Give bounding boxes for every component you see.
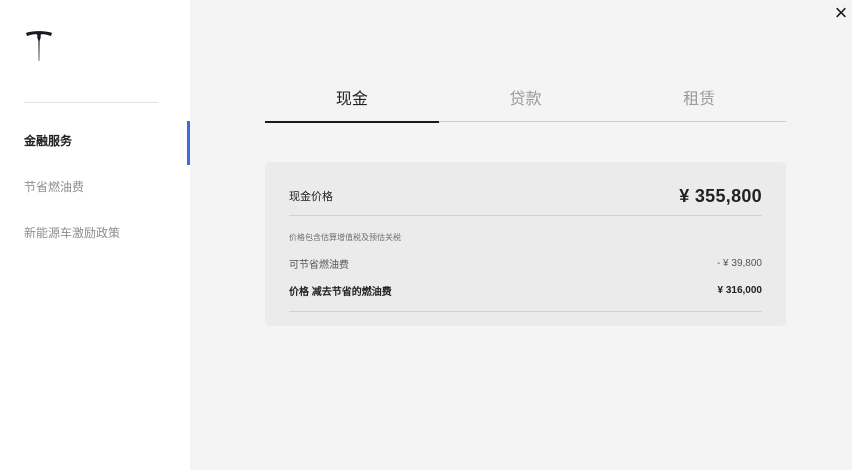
sidebar-nav: 金融服务 节省燃油费 新能源车激励政策 (0, 121, 190, 263)
sidebar-divider (24, 102, 158, 103)
tab-lease[interactable]: 租赁 (612, 84, 786, 121)
sidebar-item-fuel-savings[interactable]: 节省燃油费 (0, 171, 190, 217)
fuel-savings-value: - ¥ 39,800 (716, 257, 762, 269)
card-divider-bottom (289, 311, 762, 312)
tesla-logo-icon[interactable] (24, 30, 54, 64)
fuel-savings-label: 可节省燃油费 (289, 259, 349, 271)
card-divider (289, 215, 762, 216)
sidebar-item-financing[interactable]: 金融服务 (0, 121, 190, 171)
sidebar: 金融服务 节省燃油费 新能源车激励政策 (0, 0, 190, 470)
sidebar-item-ev-incentives[interactable]: 新能源车激励政策 (0, 217, 190, 263)
tab-cash[interactable]: 现金 (265, 84, 439, 123)
net-price-label: 价格 减去节省的燃油费 (289, 286, 392, 298)
payment-tabs: 现金 贷款 租赁 (265, 84, 786, 123)
main-panel: × 现金 贷款 租赁 现金价格 ¥ 355,800 价格包含估算增值税及预估关税… (190, 0, 852, 470)
cash-price-value: ¥ 355,800 (679, 185, 762, 206)
tax-note: 价格包含估算增值税及预估关税 (289, 233, 401, 242)
tab-loan[interactable]: 贷款 (439, 84, 613, 121)
close-icon[interactable]: × (830, 2, 852, 28)
cash-price-label: 现金价格 (289, 191, 333, 203)
fuel-savings-row: 可节省燃油费 - ¥ 39,800 (289, 255, 762, 271)
price-summary-card: 现金价格 ¥ 355,800 价格包含估算增值税及预估关税 可节省燃油费 - ¥… (265, 162, 786, 326)
cash-price-row: 现金价格 ¥ 355,800 (289, 180, 762, 212)
net-price-row: 价格 减去节省的燃油费 ¥ 316,000 (289, 282, 762, 298)
net-price-value: ¥ 316,000 (717, 284, 763, 296)
